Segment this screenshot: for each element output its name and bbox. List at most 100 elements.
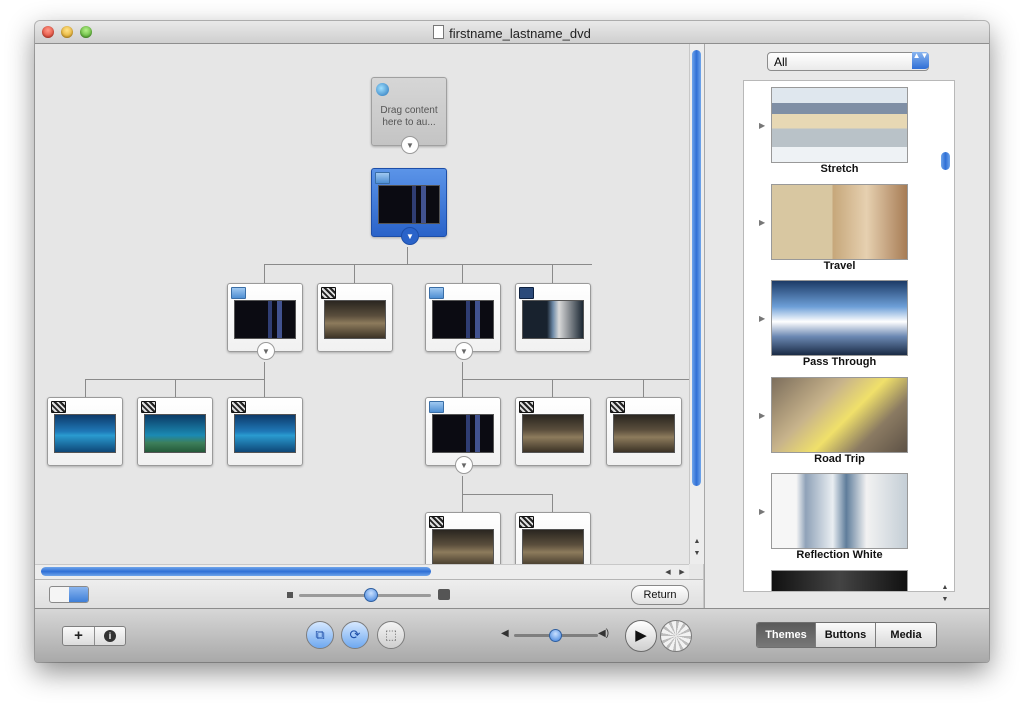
map-footer: Return [35, 579, 703, 610]
node-thumbnail [378, 185, 440, 224]
themes-tab[interactable]: Themes [757, 623, 815, 647]
movie-node[interactable] [317, 283, 393, 352]
movie-node[interactable] [227, 397, 303, 466]
connector [264, 362, 265, 379]
map-horizontal-scrollbar[interactable]: ◀ ▶ [35, 564, 689, 579]
map-view-button[interactable]: ⧉ [306, 621, 334, 649]
map-vertical-scrollbar[interactable]: ▲ ▼ [689, 44, 704, 564]
theme-preview-arrow-icon[interactable]: ▶ [759, 507, 765, 516]
clapperboard-icon [610, 401, 625, 413]
node-thumbnail [432, 300, 494, 339]
main-menu-node[interactable]: ▼ [371, 168, 447, 245]
horizontal-scroll-thumb[interactable] [41, 567, 431, 576]
map-pane: Drag content here to au... ▼ ▼ ▼ ▼ ▼ ▲ ▼… [35, 44, 704, 610]
map-zoom-knob[interactable] [364, 588, 378, 602]
pane-mode-segmented-control: Themes Buttons Media [756, 622, 937, 648]
movie-node[interactable] [606, 397, 682, 466]
theme-preview-arrow-icon[interactable]: ▶ [759, 411, 765, 420]
theme-item[interactable]: ▶ Road Trip [744, 373, 940, 469]
movie-node[interactable] [515, 512, 591, 564]
motion-button[interactable]: ⟳ [341, 621, 369, 649]
volume-high-icon: ◀) [598, 628, 610, 639]
media-tab[interactable]: Media [876, 623, 936, 647]
theme-scroll-up-icon[interactable]: ▲ [938, 584, 952, 591]
theme-preview-arrow-icon[interactable]: ▶ [759, 121, 765, 130]
submenu-node[interactable]: ▼ [425, 283, 501, 360]
node-thumbnail [54, 414, 116, 453]
theme-preview-arrow-icon[interactable]: ▶ [759, 314, 765, 323]
connector [354, 264, 355, 284]
drop-zone-text: Drag content here to au... [380, 105, 438, 128]
theme-thumbnail [771, 473, 908, 549]
buttons-tab[interactable]: Buttons [816, 623, 875, 647]
connector [462, 379, 689, 380]
scroll-left-arrow-icon[interactable]: ◀ [661, 568, 675, 576]
connector [552, 494, 553, 513]
connector [643, 379, 644, 398]
theme-filter-popup[interactable]: All ▲▼ [767, 52, 929, 71]
expand-arrow-icon[interactable]: ▼ [455, 342, 473, 360]
movie-node[interactable] [47, 397, 123, 466]
node-thumbnail [522, 529, 584, 564]
movie-node[interactable] [425, 512, 501, 564]
node-thumbnail [324, 300, 386, 339]
submenu-node[interactable]: ▼ [227, 283, 303, 360]
zoom-out-icon [287, 592, 293, 598]
view-mode-toggle[interactable] [49, 586, 89, 603]
theme-item[interactable]: ▶ Pass Through [744, 276, 940, 372]
expand-arrow-icon[interactable]: ▼ [455, 456, 473, 474]
theme-list[interactable]: ▶ Stretch ▶ Travel ▶ Pass Through ▶ Road… [743, 80, 955, 592]
connector [264, 379, 265, 398]
bottom-toolbar: + i ⧉ ⟳ ⬚ ◀ ◀) ▶ Themes Buttons Media [35, 608, 989, 662]
theme-item[interactable]: ▶ Reflection White [744, 469, 940, 565]
return-button[interactable]: Return [631, 585, 689, 605]
clapperboard-icon [51, 401, 66, 413]
connector [462, 494, 553, 495]
expand-arrow-icon[interactable]: ▼ [257, 342, 275, 360]
list-view-icon[interactable] [50, 587, 69, 602]
theme-list-scroll-thumb[interactable] [941, 152, 950, 170]
node-thumbnail [522, 414, 584, 453]
theme-item[interactable] [744, 566, 940, 591]
theme-label: Stretch [820, 163, 859, 175]
tree-view-icon[interactable] [69, 587, 88, 602]
connector [462, 264, 463, 284]
scroll-up-arrow-icon[interactable]: ▲ [690, 538, 704, 545]
theme-item[interactable]: ▶ Stretch [744, 83, 940, 179]
connector [85, 379, 86, 398]
expand-arrow-icon[interactable]: ▼ [401, 227, 419, 245]
theme-thumbnail [771, 570, 908, 591]
scroll-right-arrow-icon[interactable]: ▶ [675, 568, 689, 576]
project-map: Drag content here to au... ▼ ▼ ▼ ▼ ▼ [35, 44, 689, 564]
movie-node[interactable] [515, 397, 591, 466]
menu-folder-icon [375, 172, 390, 184]
play-button[interactable]: ▶ [625, 620, 657, 652]
node-thumbnail [234, 300, 296, 339]
node-thumbnail [144, 414, 206, 453]
map-tree-icon: ⧉ [315, 627, 325, 642]
theme-scroll-down-icon[interactable]: ▼ [938, 596, 952, 603]
scroll-down-arrow-icon[interactable]: ▼ [690, 550, 704, 557]
zoom-in-icon [438, 589, 450, 600]
menu-folder-icon [429, 401, 444, 413]
connector [175, 379, 176, 398]
edit-drop-zones-button[interactable]: ⬚ [377, 621, 405, 649]
expand-arrow-icon[interactable]: ▼ [401, 136, 419, 154]
connector [462, 379, 463, 398]
globe-icon [376, 83, 389, 96]
movie-node[interactable] [137, 397, 213, 466]
clapperboard-icon [519, 516, 534, 528]
theme-item[interactable]: ▶ Travel [744, 180, 940, 276]
drop-zone-node[interactable]: Drag content here to au... ▼ [371, 77, 447, 154]
vertical-scroll-thumb[interactable] [692, 50, 701, 486]
add-button[interactable]: + [63, 627, 94, 645]
node-thumbnail [234, 414, 296, 453]
drop-zone-icon: ⬚ [384, 627, 398, 642]
volume-knob[interactable] [549, 629, 562, 642]
info-icon[interactable]: i [104, 630, 116, 642]
slideshow-node[interactable] [515, 283, 591, 352]
slideshow-icon [519, 287, 534, 299]
theme-preview-arrow-icon[interactable]: ▶ [759, 218, 765, 227]
submenu-node[interactable]: ▼ [425, 397, 501, 474]
burn-button[interactable] [660, 620, 692, 652]
